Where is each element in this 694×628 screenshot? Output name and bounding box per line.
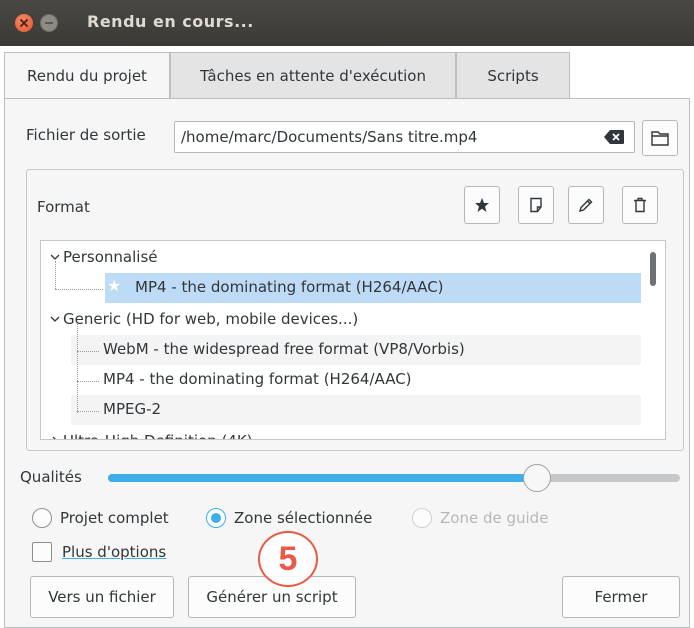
favorite-button[interactable] — [464, 186, 500, 224]
tree-item-mp4[interactable]: MP4 - the dominating format (H264/AAC) — [71, 365, 641, 395]
tree-label: MP4 - the dominating format (H264/AAC) — [135, 278, 444, 296]
tree-branch-line — [77, 381, 99, 382]
tree-label: Personnalisé — [63, 248, 158, 266]
format-label: Format — [37, 198, 90, 216]
folder-icon — [651, 131, 669, 146]
delete-profile-button[interactable] — [622, 186, 658, 224]
tab-pending-jobs[interactable]: Tâches en attente d'exécution — [170, 52, 456, 98]
radio-circle — [32, 508, 52, 528]
quality-label: Qualités — [20, 468, 82, 486]
new-document-icon — [530, 197, 542, 213]
output-file-value: /home/marc/Documents/Sans titre.mp4 — [181, 128, 478, 146]
output-file-label: Fichier de sortie — [26, 126, 146, 144]
checkbox-box — [32, 542, 52, 562]
step-annotation-badge: 5 — [258, 531, 318, 587]
more-options-label: Plus d'options — [62, 543, 167, 561]
window-title: Rendu en cours... — [87, 12, 254, 31]
more-options-checkbox[interactable]: Plus d'options — [32, 540, 166, 564]
radio-circle — [206, 508, 226, 528]
radio-label: Zone de guide — [440, 509, 549, 527]
tree-label: WebM - the widespread free format (VP8/V… — [103, 340, 465, 358]
tab-scripts[interactable]: Scripts — [456, 52, 570, 98]
close-button[interactable]: Fermer — [562, 576, 680, 618]
close-window-icon[interactable] — [15, 14, 33, 32]
tree-label: Ultra-High Definition (4K) — [63, 432, 253, 439]
edit-profile-button[interactable] — [568, 186, 604, 224]
new-profile-button[interactable] — [518, 186, 554, 224]
chevron-down-icon — [50, 316, 60, 322]
tab-bar: Rendu du projet Tâches en attente d'exéc… — [0, 52, 694, 99]
tree-branch-line — [77, 351, 99, 352]
minimize-window-icon[interactable] — [40, 14, 58, 32]
format-tree[interactable]: Personnalisé ★ MP4 - the dominating form… — [40, 240, 666, 440]
edit-icon — [578, 198, 593, 213]
radio-guide-zone: Zone de guide — [412, 506, 548, 530]
tree-branch-line — [55, 261, 56, 289]
browse-folder-button[interactable] — [642, 120, 678, 156]
tree-branch-line — [77, 323, 78, 413]
tree-branch-line — [77, 411, 99, 412]
delete-icon — [634, 197, 646, 213]
tree-scrollbar[interactable] — [650, 252, 656, 286]
favorite-star-icon: ★ — [107, 276, 122, 295]
tab-render-project[interactable]: Rendu du projet — [4, 52, 170, 99]
radio-circle — [412, 508, 432, 528]
render-to-file-button[interactable]: Vers un fichier — [30, 576, 174, 618]
radio-selected-zone[interactable]: Zone sélectionnée — [206, 506, 372, 530]
tree-branch-line — [55, 289, 103, 290]
tree-group-ultra-hd[interactable]: Ultra-High Definition (4K) — [41, 427, 641, 439]
tree-group-personnalise[interactable]: Personnalisé — [41, 243, 641, 273]
title-bar: Rendu en cours... — [0, 0, 694, 46]
output-file-input[interactable]: /home/marc/Documents/Sans titre.mp4 — [174, 121, 635, 153]
quality-slider[interactable] — [108, 474, 680, 482]
tree-group-generic[interactable]: Generic (HD for web, mobile devices...) — [41, 305, 641, 335]
clear-text-icon[interactable] — [604, 130, 624, 144]
tree-label: MPEG-2 — [103, 400, 162, 418]
quality-slider-fill — [108, 474, 537, 482]
radio-full-project[interactable]: Projet complet — [32, 506, 169, 530]
tree-item-selected[interactable]: ★ MP4 - the dominating format (H264/AAC) — [105, 273, 641, 303]
tree-label: Generic (HD for web, mobile devices...) — [63, 310, 359, 328]
radio-label: Zone sélectionnée — [234, 509, 373, 527]
radio-label: Projet complet — [60, 509, 169, 527]
tree-item-mpeg2[interactable]: MPEG-2 — [71, 395, 641, 425]
quality-slider-handle[interactable] — [523, 464, 551, 492]
tree-label: MP4 - the dominating format (H264/AAC) — [103, 370, 412, 388]
star-icon — [475, 198, 489, 212]
chevron-right-icon — [52, 436, 56, 439]
tree-item-webm[interactable]: WebM - the widespread free format (VP8/V… — [71, 335, 641, 365]
